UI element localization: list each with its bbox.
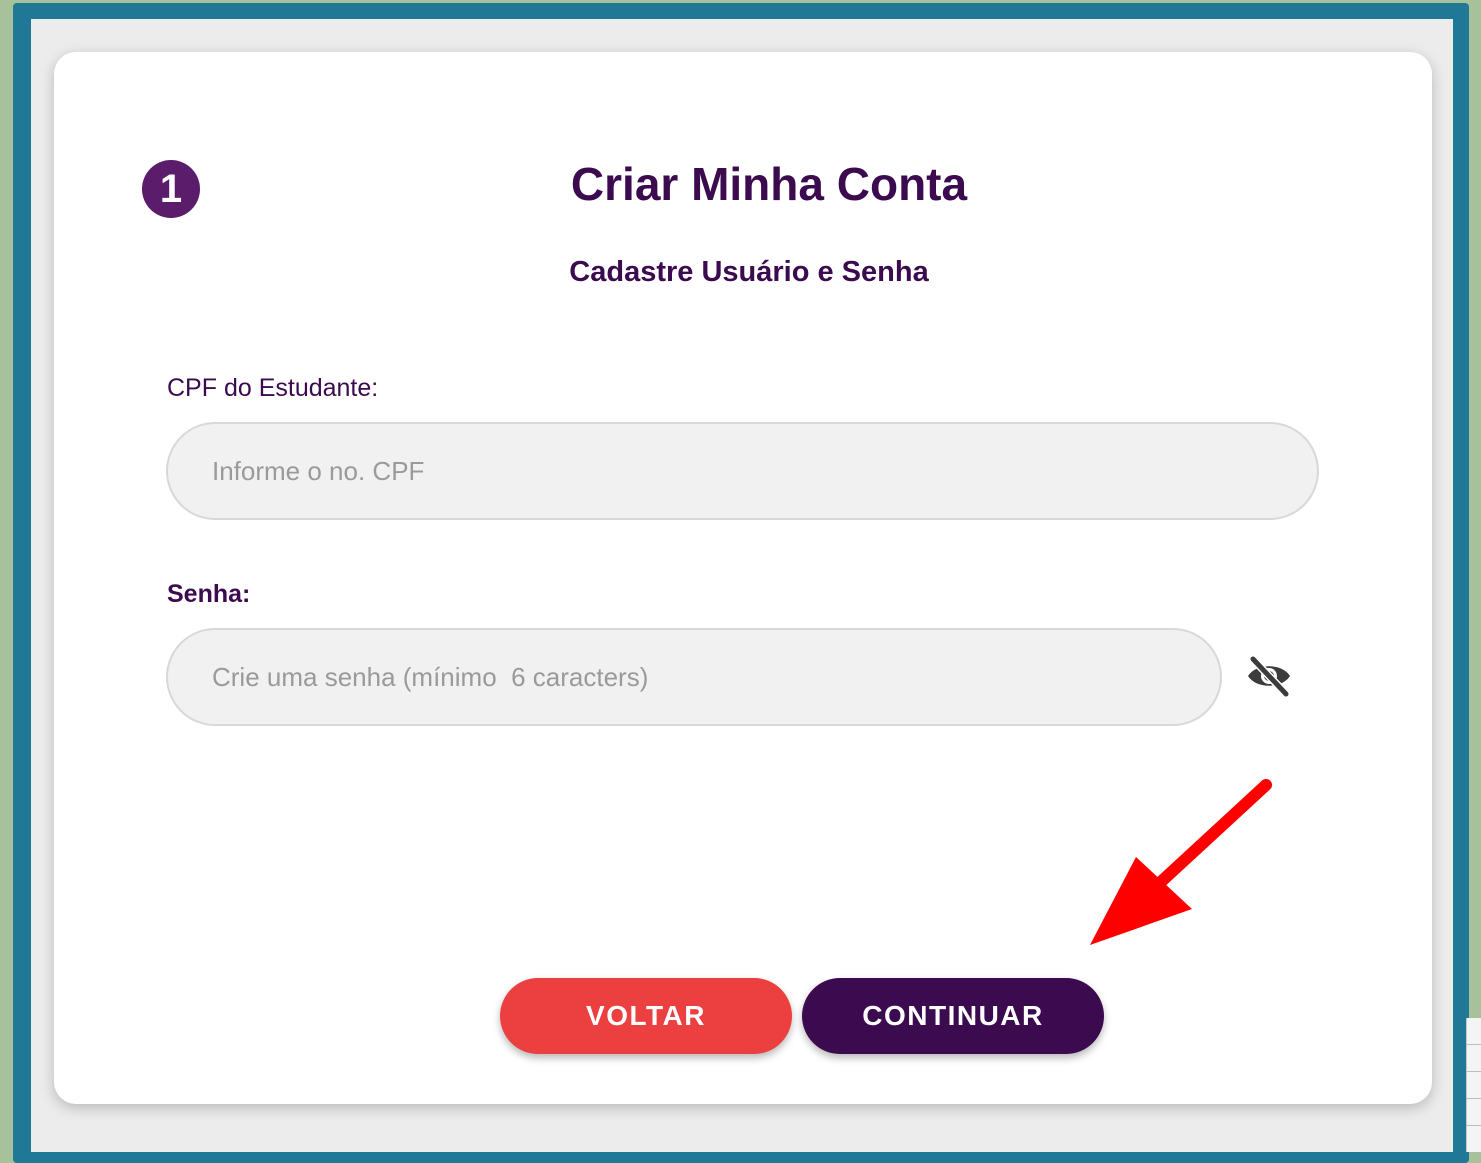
- senha-label: Senha:: [167, 580, 251, 608]
- page-title: Criar Minha Conta: [570, 158, 968, 210]
- eye-slash-icon[interactable]: [1244, 654, 1294, 698]
- side-strip: [1466, 1018, 1481, 1152]
- red-arrow-icon: [1090, 779, 1272, 945]
- continuar-button[interactable]: CONTINUAR: [802, 978, 1104, 1054]
- voltar-button[interactable]: VOLTAR: [500, 978, 792, 1054]
- cpf-label: CPF do Estudante:: [167, 374, 379, 402]
- senha-input[interactable]: [166, 628, 1222, 726]
- cpf-input[interactable]: [166, 422, 1319, 520]
- page-subtitle: Cadastre Usuário e Senha: [569, 256, 929, 288]
